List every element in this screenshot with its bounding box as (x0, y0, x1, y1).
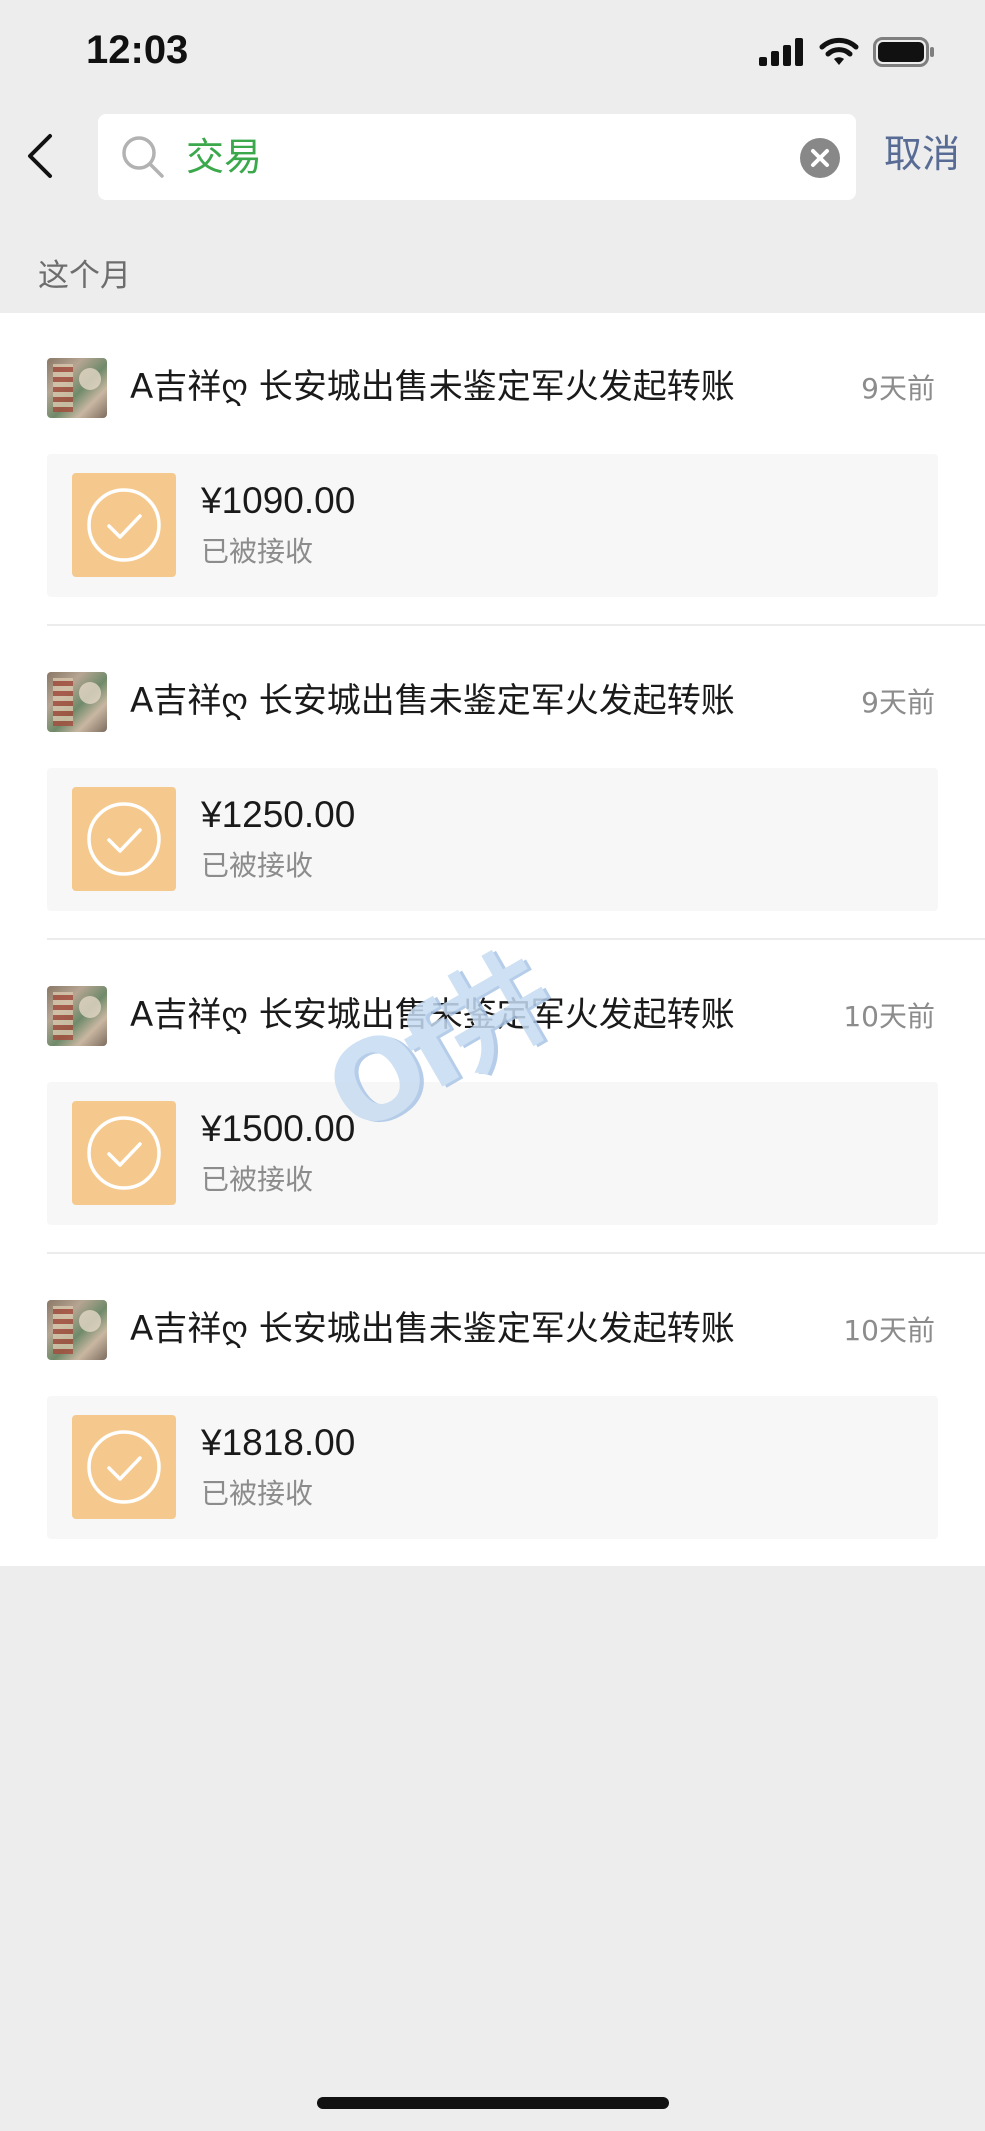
search-input[interactable]: 交易 (98, 114, 856, 200)
chevron-left-icon (26, 133, 54, 183)
search-query-text[interactable]: 交易 (186, 132, 262, 182)
transaction-time: 9天前 (861, 686, 935, 719)
transaction-time: 9天前 (861, 372, 935, 405)
cancel-button[interactable]: 取消 (884, 126, 960, 182)
search-icon (120, 134, 166, 180)
transfer-amount: ¥1090.00 (201, 480, 356, 521)
wifi-icon (819, 37, 859, 71)
transfer-amount: ¥1818.00 (201, 1422, 356, 1463)
avatar (47, 672, 107, 732)
transfer-received-icon (72, 787, 176, 891)
transfer-status: 已被接收 (201, 1477, 314, 1510)
transaction-title: A吉祥ღ 长安城出售未鉴定军火发起转账 (130, 1309, 735, 1349)
transfer-received-icon (72, 1415, 176, 1519)
transfer-received-icon (72, 473, 176, 577)
transaction-title: A吉祥ღ 长安城出售未鉴定军火发起转账 (130, 367, 735, 407)
transaction-item[interactable]: A吉祥ღ 长安城出售未鉴定军火发起转账 10天前 ¥1818.00 已被接收 (0, 1255, 985, 1569)
transfer-status: 已被接收 (201, 535, 314, 568)
battery-icon (873, 37, 935, 71)
transfer-amount: ¥1250.00 (201, 794, 356, 835)
divider (47, 1252, 985, 1254)
transaction-item[interactable]: A吉祥ღ 长安城出售未鉴定军火发起转账 9天前 ¥1090.00 已被接收 (0, 313, 985, 627)
avatar (47, 358, 107, 418)
avatar (47, 986, 107, 1046)
clear-search-icon[interactable] (800, 138, 840, 178)
transfer-amount: ¥1500.00 (201, 1108, 356, 1149)
section-label: 这个月 (38, 258, 131, 294)
divider (47, 624, 985, 626)
transfer-card[interactable]: ¥1090.00 已被接收 (47, 454, 938, 597)
status-time: 12:03 (86, 28, 189, 72)
transaction-title: A吉祥ღ 长安城出售未鉴定军火发起转账 (130, 681, 735, 721)
transaction-time: 10天前 (843, 1314, 935, 1347)
transfer-status: 已被接收 (201, 1163, 314, 1196)
status-icons (759, 37, 935, 71)
transfer-card[interactable]: ¥1818.00 已被接收 (47, 1396, 938, 1539)
back-button[interactable] (18, 128, 62, 188)
avatar (47, 1300, 107, 1360)
transfer-status: 已被接收 (201, 849, 314, 882)
cellular-signal-icon (759, 38, 805, 70)
transfer-received-icon (72, 1101, 176, 1205)
transaction-item[interactable]: A吉祥ღ 长安城出售未鉴定军火发起转账 9天前 ¥1250.00 已被接收 (0, 627, 985, 941)
home-indicator (317, 2097, 669, 2109)
transaction-time: 10天前 (843, 1000, 935, 1033)
status-bar: 12:03 (0, 0, 985, 108)
transfer-card[interactable]: ¥1250.00 已被接收 (47, 768, 938, 911)
